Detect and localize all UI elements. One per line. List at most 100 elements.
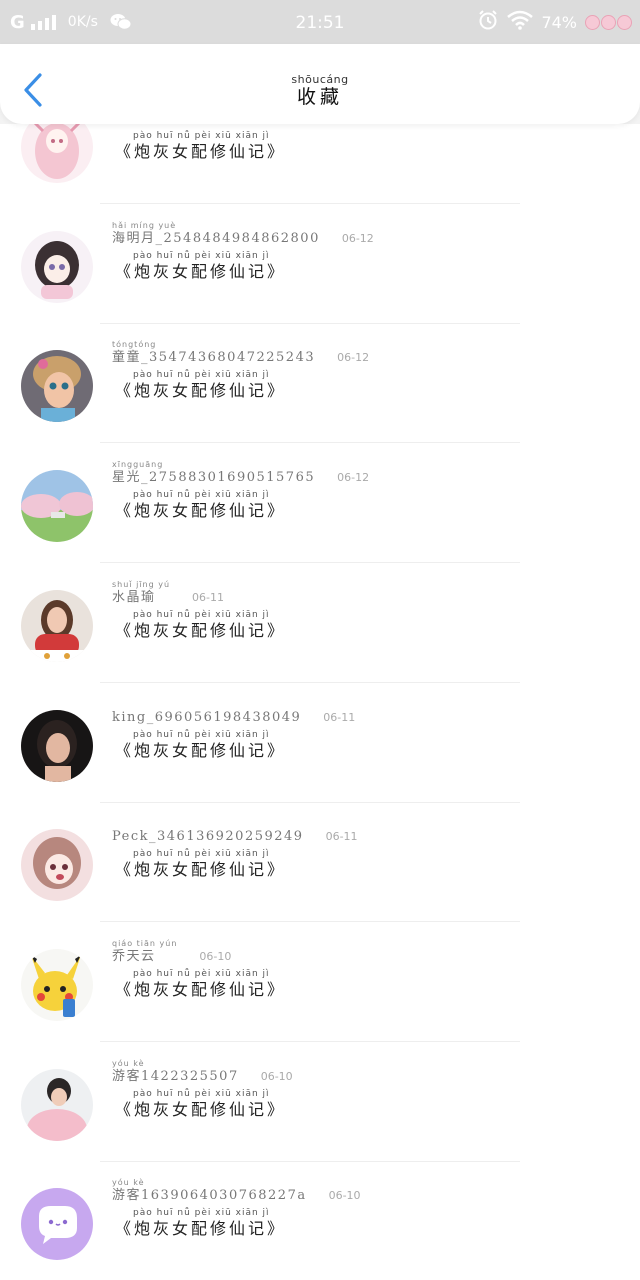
item-date: 06-11 (323, 710, 356, 724)
book-title-pinyin: pào huī nǚ pèi xiū xiān jì (133, 131, 270, 141)
user-info: king_696056198438049 06-11 (112, 700, 355, 726)
item-date: 06-12 (341, 231, 374, 245)
user-info: shuǐ jīng yú 水晶瑜 06-11 (112, 580, 224, 606)
user-name-pinyin: yóu kè (112, 1058, 145, 1068)
book-title-text: 《炮灰女配修仙记》 (115, 381, 287, 401)
list-item[interactable]: yóu kè 游客1639064030768227a 06-10 pào huī nǚ… (0, 1166, 640, 1280)
book-title-text: 《炮灰女配修仙记》 (115, 1099, 287, 1119)
list-item[interactable]: hǎi míng yuè 海明月_2548484984862800 06-12 pào… (0, 209, 640, 328)
favorites-list[interactable]: 樱日奈.06-12pào huī nǚ pèi xiū xiān jì《炮灰女配… (0, 124, 640, 1280)
list-item[interactable]: 樱日奈. 06-12 pào huī nǚ pèi xiū xiān jì《炮灰女配… (0, 124, 640, 208)
user-name: yóu kè 游客1639064030768227a (112, 1178, 307, 1204)
book-title[interactable]: pào huī nǚ pèi xiū xiān jì 《炮灰女配修仙记》 (115, 131, 286, 161)
book-title-text: 《炮灰女配修仙记》 (115, 261, 287, 281)
avatar[interactable] (21, 350, 93, 423)
book-title[interactable]: pào huī nǚ pèi xiū xiān jì 《炮灰女配修仙记》 (115, 1089, 286, 1119)
user-name-pinyin (112, 700, 301, 710)
book-title-pinyin: pào huī nǚ pèi xiū xiān jì (133, 849, 270, 860)
item-date: 06-12 (183, 124, 215, 127)
user-info: xīngguāng 星光_27588301690515765 06-12 (112, 460, 369, 486)
user-info: yóu kè 游客1639064030768227a 06-10 (112, 1178, 361, 1204)
user-name-text: 水晶瑜 (112, 589, 156, 605)
user-name-pinyin (112, 819, 304, 829)
list-item[interactable]: Peck_346136920259249 06-11 pào huī nǚ pèi … (0, 807, 640, 926)
list-item[interactable]: yóu kè 游客1422325507 06-10 pào huī nǚ pèi xi… (0, 1047, 640, 1166)
book-title-text: 《炮灰女配修仙记》 (115, 740, 287, 760)
book-title-text: 《炮灰女配修仙记》 (115, 501, 287, 521)
alarm-icon (477, 9, 499, 35)
user-name-pinyin: qiáo tiān yún (112, 938, 178, 948)
book-title[interactable]: pào huī nǚ pèi xiū xiān jì 《炮灰女配修仙记》 (115, 490, 286, 520)
user-info: 樱日奈. 06-12 (112, 124, 215, 127)
emoji-face-icon (585, 14, 632, 30)
list-item[interactable]: tóngtóng 童童_35474368047225243 06-12 pào huī… (0, 328, 640, 447)
avatar[interactable] (21, 470, 93, 543)
item-date: 06-10 (199, 949, 232, 963)
page-header: shōucáng 收藏 (0, 44, 640, 124)
avatar[interactable] (21, 124, 93, 183)
user-name: shuǐ jīng yú 水晶瑜 (112, 580, 170, 606)
row-divider (100, 801, 520, 803)
page-title-text: 收藏 (296, 86, 343, 108)
page-title-pinyin: shōucáng (291, 73, 349, 86)
user-info: yóu kè 游客1422325507 06-10 (112, 1059, 293, 1085)
row-divider (100, 322, 520, 324)
book-title-pinyin: pào huī nǚ pèi xiū xiān jì (133, 729, 270, 740)
user-name: qiáo tiān yún 乔天云 (112, 939, 177, 965)
user-info: tóngtóng 童童_35474368047225243 06-12 (112, 340, 369, 366)
book-title[interactable]: pào huī nǚ pèi xiū xiān jì 《炮灰女配修仙记》 (115, 849, 286, 879)
row-divider (100, 203, 520, 204)
book-title[interactable]: pào huī nǚ pèi xiū xiān jì 《炮灰女配修仙记》 (115, 1208, 286, 1238)
list-item[interactable]: xīngguāng 星光_27588301690515765 06-12 pào hu… (0, 448, 640, 567)
item-date: 06-10 (260, 1069, 293, 1083)
user-name: yóu kè 游客1422325507 (112, 1059, 239, 1085)
user-name-pinyin: tóngtóng (112, 340, 157, 350)
book-title-text: 《炮灰女配修仙记》 (115, 860, 287, 880)
book-title-text: 《炮灰女配修仙记》 (115, 1219, 287, 1239)
avatar[interactable] (21, 1188, 93, 1261)
user-name-text: 游客1639064030768227a (112, 1188, 307, 1204)
book-title[interactable]: pào huī nǚ pèi xiū xiān jì 《炮灰女配修仙记》 (115, 610, 286, 640)
user-name: Peck_346136920259249 (112, 819, 304, 845)
list-item[interactable]: shuǐ jīng yú 水晶瑜 06-11 pào huī nǚ pèi xiū x… (0, 568, 640, 687)
avatar[interactable] (21, 589, 93, 662)
book-title[interactable]: pào huī nǚ pèi xiū xiān jì 《炮灰女配修仙记》 (115, 251, 286, 281)
list-item[interactable]: king_696056198438049 06-11 pào huī nǚ pèi … (0, 688, 640, 807)
user-name-text: king_696056198438049 (112, 709, 302, 725)
book-title-pinyin: pào huī nǚ pèi xiū xiān jì (133, 370, 270, 381)
avatar[interactable] (21, 829, 93, 902)
row-divider (100, 681, 520, 683)
avatar[interactable] (21, 709, 93, 782)
book-title[interactable]: pào huī nǚ pèi xiū xiān jì 《炮灰女配修仙记》 (115, 969, 286, 999)
status-bar: G 0K/s 21:51 74% (0, 0, 640, 44)
book-title[interactable]: pào huī nǚ pèi xiū xiān jì 《炮灰女配修仙记》 (115, 730, 286, 760)
user-name: xīngguāng 星光_27588301690515765 (112, 460, 315, 486)
avatar[interactable] (21, 1068, 93, 1141)
user-info: hǎi míng yuè 海明月_2548484984862800 06-12 (112, 221, 374, 247)
user-name-pinyin: xīngguāng (112, 460, 164, 470)
item-date: 06-11 (325, 830, 358, 844)
user-name-text: Peck_346136920259249 (112, 829, 304, 845)
book-title-pinyin: pào huī nǚ pèi xiū xiān jì (133, 968, 270, 979)
status-right: 74% (477, 10, 632, 34)
item-date: 06-12 (337, 471, 370, 485)
row-divider (100, 1040, 520, 1042)
user-name-text: 乔天云 (112, 948, 156, 964)
book-title-text: 《炮灰女配修仙记》 (115, 142, 287, 161)
avatar[interactable] (21, 948, 93, 1021)
list-item[interactable]: qiáo tiān yún 乔天云 06-10 pào huī nǚ pèi xiū … (0, 927, 640, 1046)
item-date: 06-12 (337, 351, 370, 365)
user-name-text: 樱日奈. (112, 124, 161, 127)
item-date: 06-10 (328, 1189, 361, 1203)
battery-level: 74% (541, 12, 577, 32)
user-name-pinyin: shuǐ jīng yú (112, 579, 171, 589)
user-name: 樱日奈. (112, 124, 161, 127)
avatar[interactable] (21, 230, 93, 303)
wifi-icon (507, 10, 534, 34)
user-name: tóngtóng 童童_35474368047225243 (112, 340, 315, 366)
user-name-pinyin: yóu kè (112, 1178, 145, 1188)
user-info: Peck_346136920259249 06-11 (112, 819, 358, 845)
user-name-text: 童童_35474368047225243 (112, 350, 316, 366)
book-title[interactable]: pào huī nǚ pèi xiū xiān jì 《炮灰女配修仙记》 (115, 370, 286, 400)
row-divider (100, 921, 520, 923)
